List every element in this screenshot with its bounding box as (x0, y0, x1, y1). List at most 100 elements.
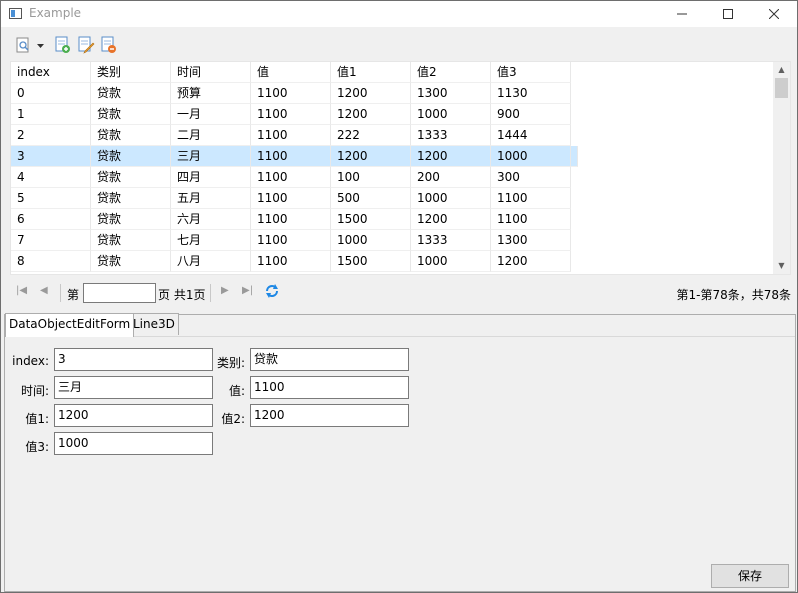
value3-field[interactable]: 1000 (54, 432, 213, 455)
cell-category[interactable]: 贷款 (91, 146, 171, 167)
cell-value[interactable]: 1100 (251, 167, 331, 188)
cell-index[interactable]: 1 (11, 104, 91, 125)
cell-value2[interactable]: 1200 (411, 146, 491, 167)
table-row[interactable]: 6 贷款 六月 1100 1500 1200 1100 (11, 209, 775, 230)
cell-category[interactable]: 贷款 (91, 251, 171, 272)
index-field[interactable]: 3 (54, 348, 213, 371)
cell-value3[interactable]: 900 (491, 104, 571, 125)
cell-index[interactable]: 2 (11, 125, 91, 146)
cell-index[interactable]: 6 (11, 209, 91, 230)
table-row[interactable]: 3 贷款 三月 1100 1200 1200 1000 (11, 146, 775, 167)
column-header-time[interactable]: 时间 (171, 62, 251, 83)
cell-index[interactable]: 4 (11, 167, 91, 188)
data-grid[interactable]: index 类别 时间 值 值1 值2 值3 0 贷款 预算 1100 1200 1300… (10, 61, 791, 275)
prev-page-icon[interactable]: ◀ (40, 285, 48, 296)
column-header-value3[interactable]: 值3 (491, 62, 571, 83)
cell-value1[interactable]: 500 (331, 188, 411, 209)
cell-category[interactable]: 贷款 (91, 83, 171, 104)
tab-line3d[interactable]: Line3D (129, 313, 179, 335)
cell-value2[interactable]: 1000 (411, 104, 491, 125)
cell-value3[interactable]: 1200 (491, 251, 571, 272)
cell-time[interactable]: 五月 (171, 188, 251, 209)
cell-value2[interactable]: 1000 (411, 251, 491, 272)
cell-value2[interactable]: 1300 (411, 83, 491, 104)
cell-category[interactable]: 贷款 (91, 230, 171, 251)
tab-dataobjecteditform[interactable]: DataObjectEditForm (5, 313, 135, 337)
table-row[interactable]: 5 贷款 五月 1100 500 1000 1100 (11, 188, 775, 209)
minimize-button[interactable] (659, 1, 705, 27)
scroll-up-icon[interactable]: ▲ (773, 62, 790, 78)
cell-time[interactable]: 七月 (171, 230, 251, 251)
save-button[interactable]: 保存 (711, 564, 789, 588)
cell-category[interactable]: 贷款 (91, 104, 171, 125)
cell-value[interactable]: 1100 (251, 251, 331, 272)
cell-value[interactable]: 1100 (251, 146, 331, 167)
cell-value1[interactable]: 100 (331, 167, 411, 188)
scroll-down-icon[interactable]: ▼ (773, 258, 790, 274)
cell-value3[interactable]: 1000 (491, 146, 571, 167)
table-row[interactable]: 8 贷款 八月 1100 1500 1000 1200 (11, 251, 775, 272)
column-header-value2[interactable]: 值2 (411, 62, 491, 83)
add-button[interactable] (54, 36, 72, 54)
cell-category[interactable]: 贷款 (91, 167, 171, 188)
cell-value[interactable]: 1100 (251, 209, 331, 230)
cell-value[interactable]: 1100 (251, 188, 331, 209)
cell-category[interactable]: 贷款 (91, 188, 171, 209)
cell-time[interactable]: 一月 (171, 104, 251, 125)
cell-value1[interactable]: 1500 (331, 209, 411, 230)
table-row[interactable]: 2 贷款 二月 1100 222 1333 1444 (11, 125, 775, 146)
grid-vertical-scrollbar[interactable]: ▲ ▼ (773, 62, 790, 274)
cell-value[interactable]: 1100 (251, 230, 331, 251)
cell-value[interactable]: 1100 (251, 125, 331, 146)
cell-index[interactable]: 8 (11, 251, 91, 272)
refresh-button[interactable] (264, 283, 280, 302)
view-button[interactable] (15, 36, 33, 54)
time-field[interactable]: 三月 (54, 376, 213, 399)
value2-field[interactable]: 1200 (250, 404, 409, 427)
value1-field[interactable]: 1200 (54, 404, 213, 427)
page-number-input[interactable] (83, 283, 156, 303)
column-header-value[interactable]: 值 (251, 62, 331, 83)
cell-time[interactable]: 六月 (171, 209, 251, 230)
table-row[interactable]: 1 贷款 一月 1100 1200 1000 900 (11, 104, 775, 125)
cell-value1[interactable]: 1200 (331, 146, 411, 167)
maximize-button[interactable] (705, 1, 751, 27)
cell-category[interactable]: 贷款 (91, 209, 171, 230)
view-dropdown-button[interactable] (36, 36, 46, 54)
cell-value1[interactable]: 1200 (331, 104, 411, 125)
first-page-icon[interactable]: |◀ (16, 285, 27, 296)
close-button[interactable] (751, 1, 797, 27)
scroll-thumb[interactable] (775, 78, 788, 98)
cell-value2[interactable]: 200 (411, 167, 491, 188)
category-field[interactable]: 贷款 (250, 348, 409, 371)
cell-value2[interactable]: 1333 (411, 125, 491, 146)
cell-value3[interactable]: 1100 (491, 188, 571, 209)
cell-index[interactable]: 5 (11, 188, 91, 209)
cell-value3[interactable]: 1130 (491, 83, 571, 104)
cell-value3[interactable]: 1100 (491, 209, 571, 230)
table-row[interactable]: 7 贷款 七月 1100 1000 1333 1300 (11, 230, 775, 251)
cell-value2[interactable]: 1200 (411, 209, 491, 230)
cell-time[interactable]: 四月 (171, 167, 251, 188)
cell-value3[interactable]: 1444 (491, 125, 571, 146)
edit-button[interactable] (77, 36, 95, 54)
cell-value2[interactable]: 1333 (411, 230, 491, 251)
last-page-icon[interactable]: ▶| (242, 285, 253, 296)
cell-value3[interactable]: 300 (491, 167, 571, 188)
cell-time[interactable]: 二月 (171, 125, 251, 146)
cell-value3[interactable]: 1300 (491, 230, 571, 251)
table-row[interactable]: 0 贷款 预算 1100 1200 1300 1130 (11, 83, 775, 104)
cell-time[interactable]: 预算 (171, 83, 251, 104)
cell-time[interactable]: 三月 (171, 146, 251, 167)
cell-index[interactable]: 7 (11, 230, 91, 251)
cell-value2[interactable]: 1000 (411, 188, 491, 209)
cell-value1[interactable]: 1000 (331, 230, 411, 251)
cell-index[interactable]: 0 (11, 83, 91, 104)
cell-value1[interactable]: 1200 (331, 83, 411, 104)
cell-category[interactable]: 贷款 (91, 125, 171, 146)
cell-value1[interactable]: 222 (331, 125, 411, 146)
cell-value1[interactable]: 1500 (331, 251, 411, 272)
cell-value[interactable]: 1100 (251, 104, 331, 125)
cell-time[interactable]: 八月 (171, 251, 251, 272)
table-row[interactable]: 4 贷款 四月 1100 100 200 300 (11, 167, 775, 188)
